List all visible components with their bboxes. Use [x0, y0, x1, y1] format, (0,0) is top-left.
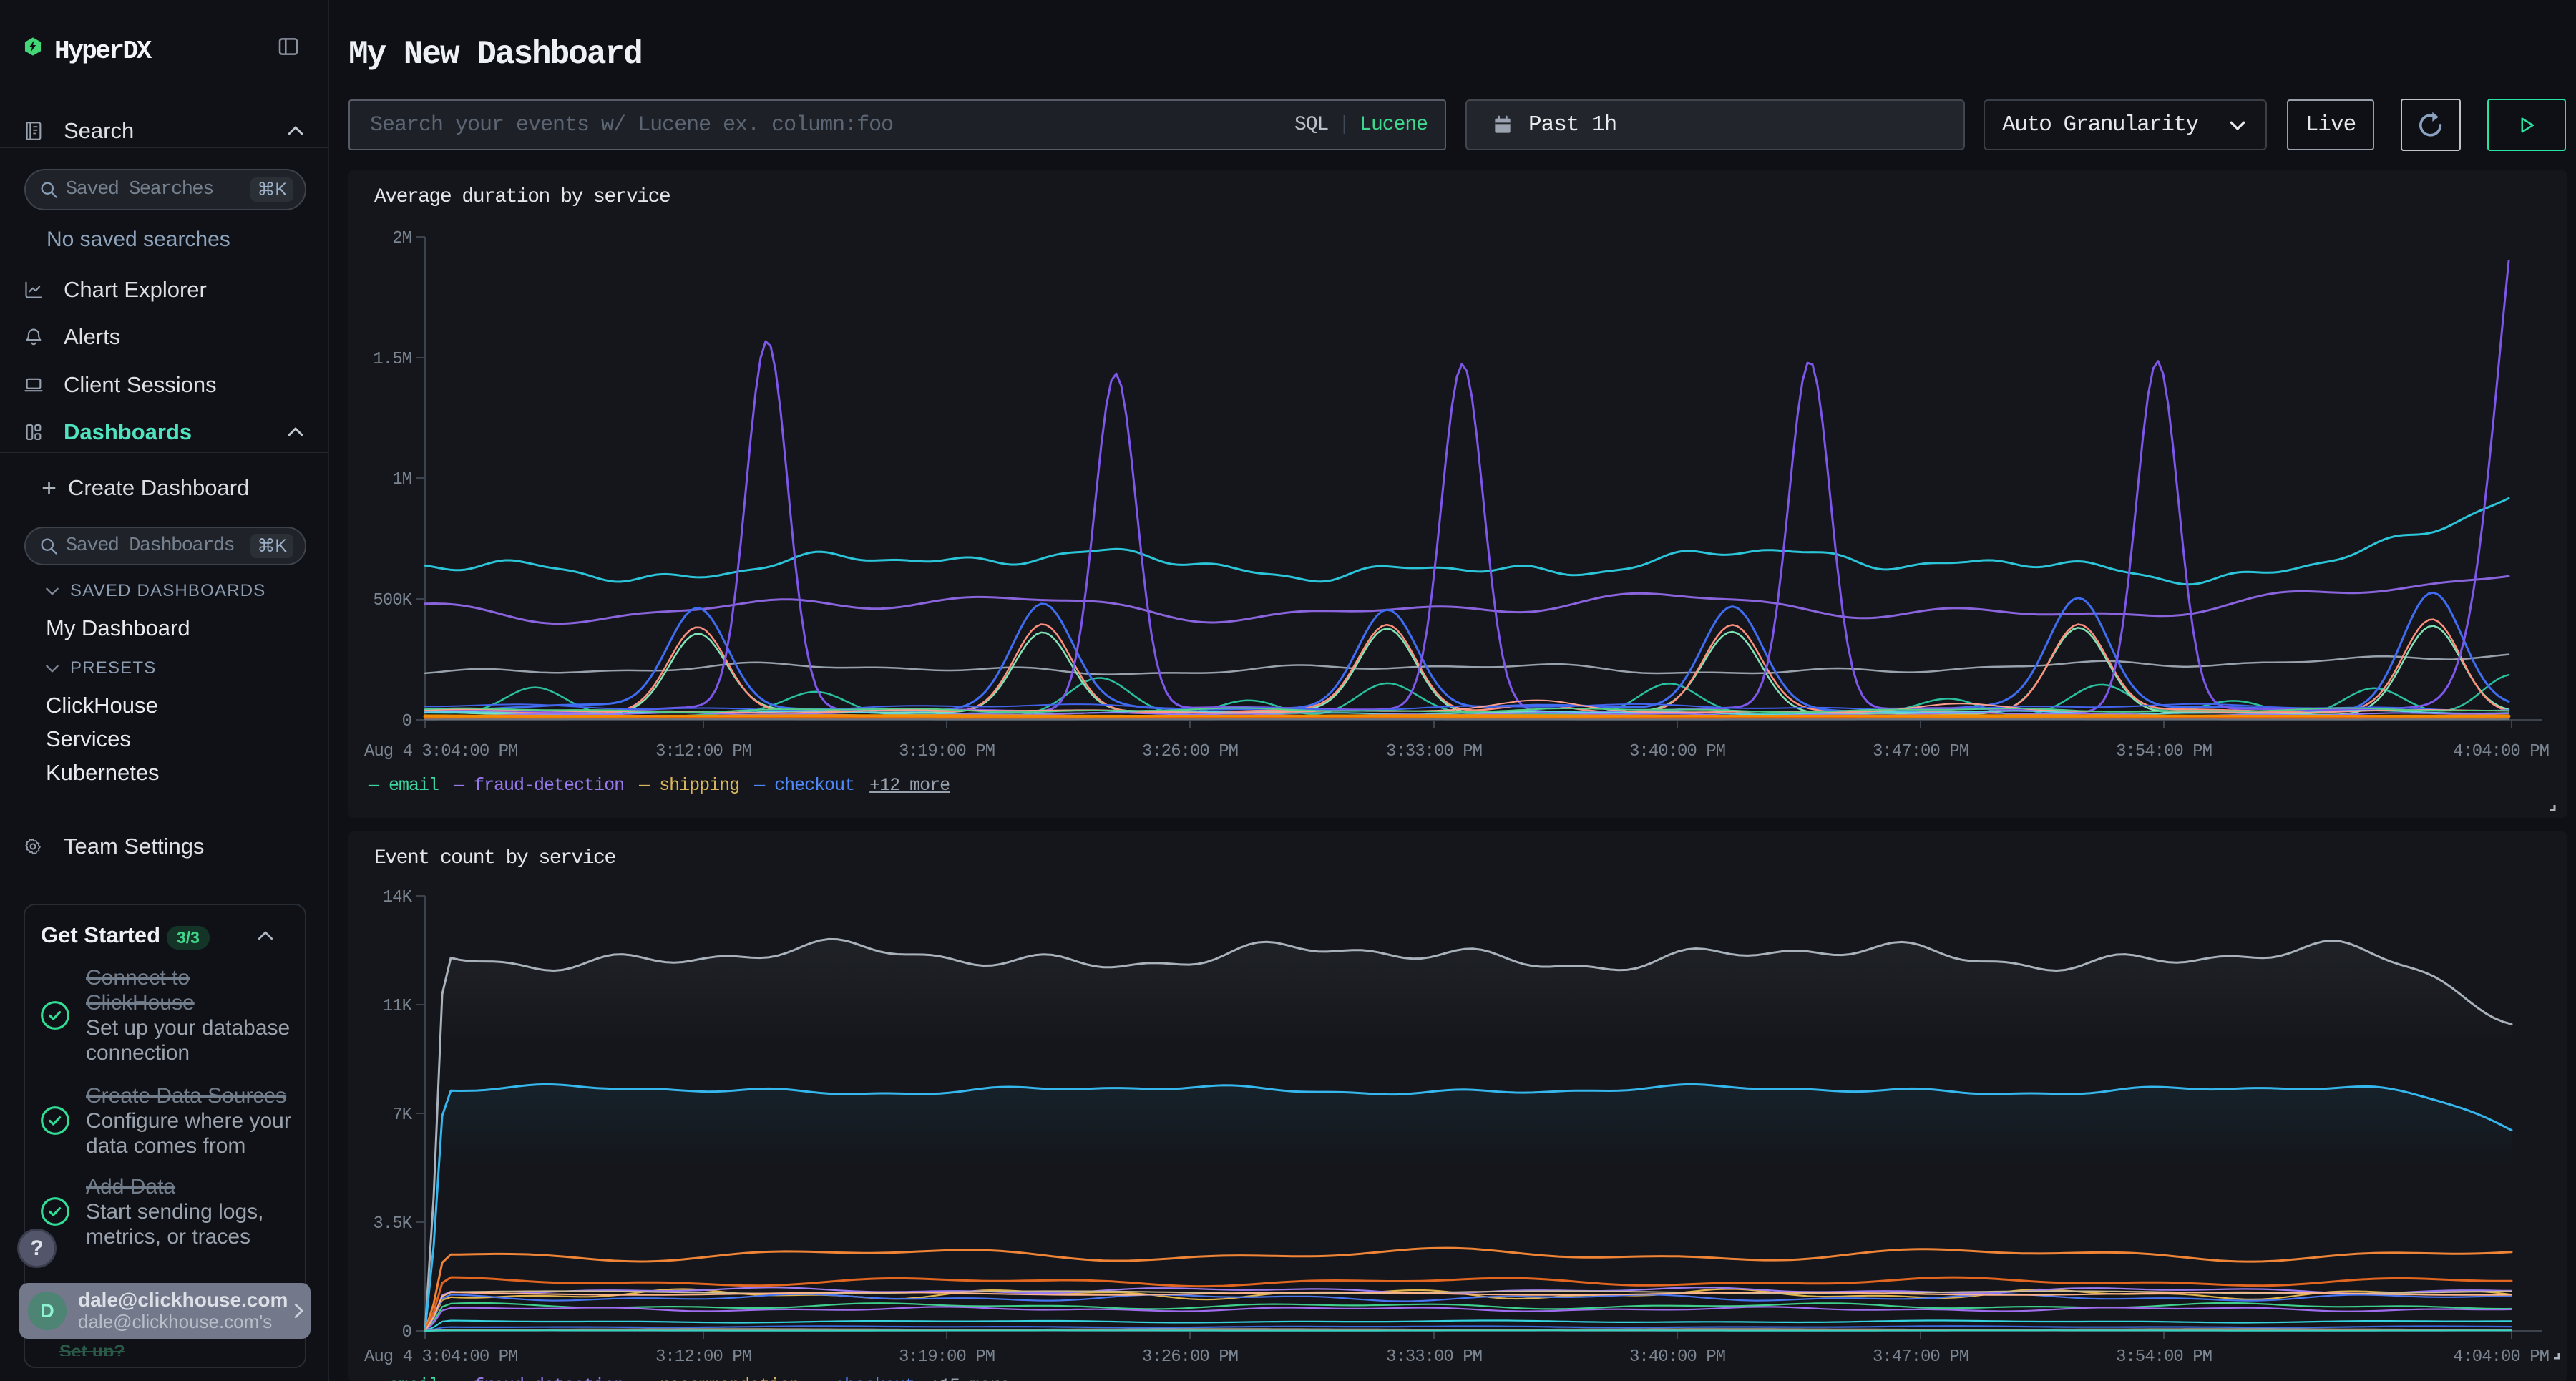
- svg-text:3:19:00 PM: 3:19:00 PM: [899, 742, 995, 761]
- svg-text:0: 0: [402, 712, 411, 731]
- svg-text:3:47:00 PM: 3:47:00 PM: [1873, 1347, 1968, 1367]
- svg-text:3:54:00 PM: 3:54:00 PM: [2116, 742, 2212, 761]
- svg-text:7K: 7K: [392, 1106, 412, 1125]
- svg-text:1.5M: 1.5M: [373, 350, 411, 369]
- svg-text:3:26:00 PM: 3:26:00 PM: [1142, 1347, 1238, 1367]
- svg-text:2M: 2M: [392, 229, 411, 248]
- svg-text:3:40:00 PM: 3:40:00 PM: [1629, 742, 1725, 761]
- svg-text:3:26:00 PM: 3:26:00 PM: [1142, 742, 1238, 761]
- svg-text:500K: 500K: [373, 591, 412, 610]
- svg-text:11K: 11K: [383, 997, 413, 1016]
- svg-text:0: 0: [402, 1323, 411, 1342]
- svg-text:3:47:00 PM: 3:47:00 PM: [1873, 742, 1968, 761]
- svg-text:4:04:00 PM: 4:04:00 PM: [2453, 742, 2549, 761]
- svg-text:3:54:00 PM: 3:54:00 PM: [2116, 1347, 2212, 1367]
- svg-text:3:33:00 PM: 3:33:00 PM: [1386, 1347, 1482, 1367]
- svg-text:3:12:00 PM: 3:12:00 PM: [655, 742, 751, 761]
- svg-text:1M: 1M: [392, 470, 411, 489]
- svg-text:14K: 14K: [383, 888, 413, 907]
- svg-text:3:40:00 PM: 3:40:00 PM: [1629, 1347, 1725, 1367]
- svg-text:Aug 4 3:04:00 PM: Aug 4 3:04:00 PM: [364, 1347, 517, 1367]
- svg-text:3:12:00 PM: 3:12:00 PM: [655, 1347, 751, 1367]
- svg-text:4:04:00 PM: 4:04:00 PM: [2453, 1347, 2549, 1367]
- svg-text:3:33:00 PM: 3:33:00 PM: [1386, 742, 1482, 761]
- svg-text:3:19:00 PM: 3:19:00 PM: [899, 1347, 995, 1367]
- svg-text:3.5K: 3.5K: [373, 1214, 412, 1234]
- svg-text:Aug 4 3:04:00 PM: Aug 4 3:04:00 PM: [364, 742, 517, 761]
